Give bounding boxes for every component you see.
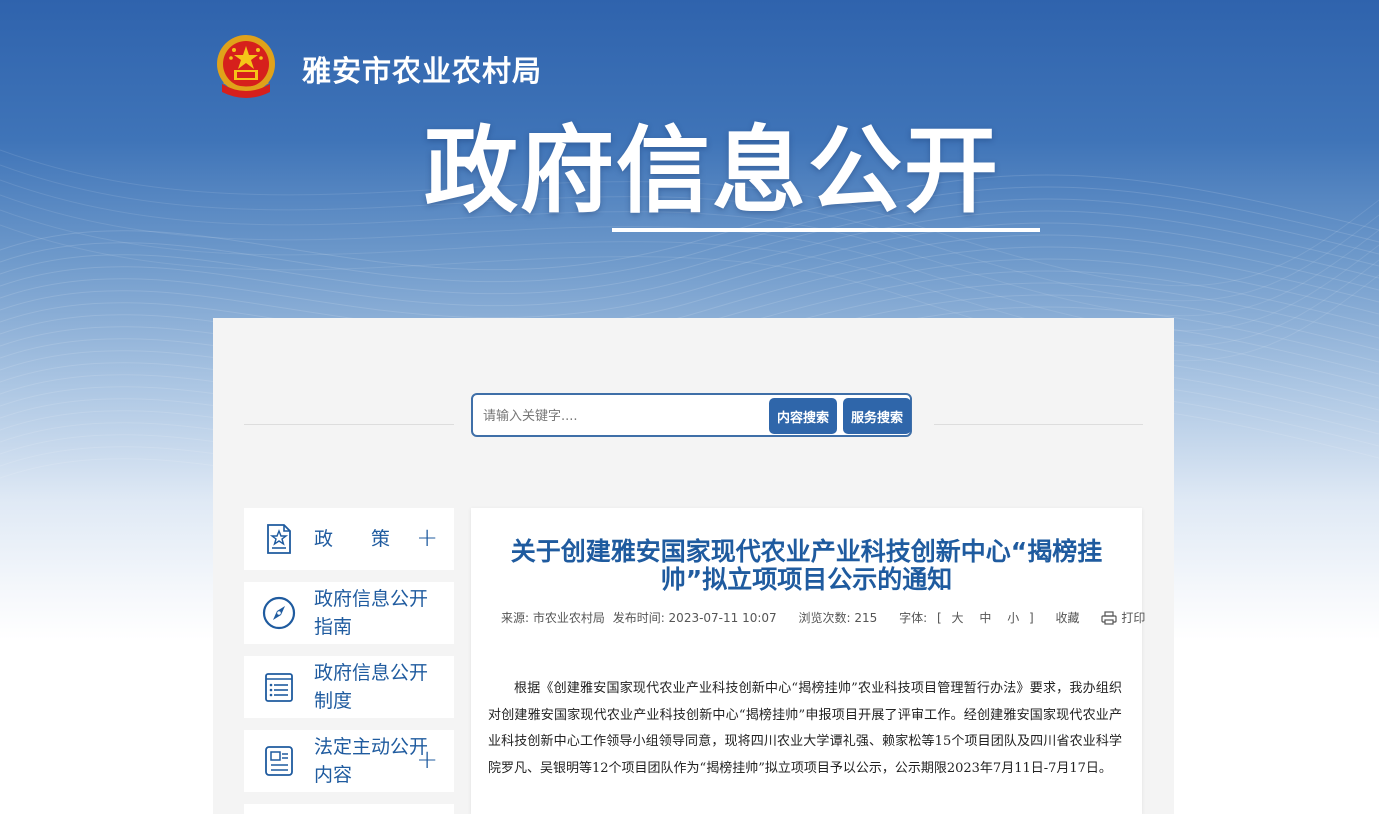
print-link[interactable]: 打印 [1101, 609, 1145, 627]
sidebar-item-statutory-content[interactable]: 法定主动公开内容 + [244, 730, 454, 792]
article-card: 关于创建雅安国家现代农业产业科技创新中心“揭榜挂帅”拟立项项目公示的通知 来源:… [471, 508, 1145, 814]
sidebar-item-policy[interactable]: 政 策 + [244, 508, 454, 570]
font-large-button[interactable]: 大 [952, 609, 964, 627]
search-input[interactable] [481, 401, 765, 431]
sidebar-item-label: 政 策 [314, 528, 391, 550]
print-icon [1101, 611, 1117, 625]
print-label: 打印 [1121, 611, 1146, 625]
font-bracket-close: ] [1029, 611, 1034, 625]
sidebar-item-disclosure-system[interactable]: 政府信息公开制度 [244, 656, 454, 718]
star-document-icon [267, 524, 291, 554]
content-search-button[interactable]: 内容搜索 [769, 398, 837, 434]
article-title: 关于创建雅安国家现代农业产业科技创新中心“揭榜挂帅”拟立项项目公示的通知 [510, 537, 1103, 594]
favorite-link[interactable]: 收藏 [1056, 609, 1080, 627]
meta-source: 来源: 市农业农村局 [501, 611, 605, 625]
font-small-button[interactable]: 小 [1007, 609, 1019, 627]
national-emblem-icon [217, 35, 275, 98]
meta-publish-time: 发布时间: 2023-07-11 10:07 [612, 611, 777, 625]
hero-underline [612, 228, 1040, 232]
sidebar-item-next[interactable] [244, 804, 454, 814]
divider-left [244, 424, 454, 425]
sidebar-item-label: 政府信息公开制度 [314, 662, 429, 712]
font-medium-button[interactable]: 中 [979, 609, 991, 627]
sidebar-item-disclosure-guide[interactable]: 政府信息公开指南 [244, 582, 454, 644]
divider-right [934, 424, 1143, 425]
service-search-button[interactable]: 服务搜索 [843, 398, 911, 434]
font-bracket-open: [ [936, 611, 942, 625]
meta-views: 浏览次数: 215 [798, 611, 878, 625]
meta-font-label: 字体: [899, 611, 928, 625]
hero-title: 政府信息公开 [424, 117, 1001, 226]
compass-icon [262, 596, 296, 630]
article-body: 根据《创建雅安国家现代农业产业科技创新中心“揭榜挂帅”农业科技项目管理暂行办法》… [488, 681, 1122, 776]
main-panel: 内容搜索 服务搜索 政 策 + 政府信息公开指南 政府信息公开制度 [213, 318, 1174, 814]
expand-plus-icon[interactable]: + [416, 524, 438, 552]
article-meta: 来源: 市农业农村局 发布时间: 2023-07-11 10:07 浏览次数: … [501, 609, 1145, 627]
search-box: 内容搜索 服务搜索 [471, 393, 912, 437]
expand-plus-icon[interactable]: + [416, 746, 438, 774]
id-document-icon [265, 746, 293, 776]
list-document-icon [265, 673, 293, 702]
site-title: 雅安市农业农村局 [302, 54, 543, 88]
sidebar-item-label: 政府信息公开指南 [314, 588, 429, 638]
